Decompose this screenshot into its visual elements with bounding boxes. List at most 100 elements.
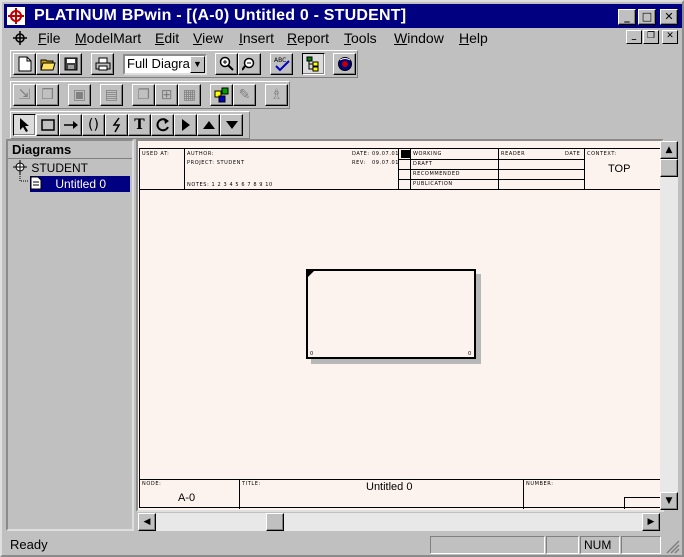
form-status-publication: PUBLICATION [413,181,453,187]
off-page-reference-tool-button[interactable] [151,114,174,136]
mm-merge-icon: ⊞ [160,87,173,103]
vertical-scrollbar[interactable]: ▲ ▼ [660,141,678,510]
menu-help[interactable]: Help [459,30,488,46]
menu-insert[interactable]: Insert [239,30,274,46]
diagram-canvas[interactable]: USED AT: AUTHOR: PROJECT: STUDENT DATE: … [136,139,664,512]
activity-box-cost: 0 [310,351,314,357]
modelmart-toolbar: ⇲ ❒ ▣ ▤ ❐ ⊞ ▦ ✎ ♗ [10,81,290,109]
scroll-left-button[interactable]: ◀ [138,513,156,531]
model-explorer-button[interactable] [302,53,325,75]
arrow-tool-button[interactable] [59,114,82,136]
title-bar[interactable]: PLATINUM BPwin - [(A-0) Untitled 0 - STU… [4,4,682,28]
mm-disconnect-button[interactable]: ❒ [36,84,59,106]
tree-item-label: Untitled 0 [55,177,107,191]
maximize-button[interactable]: □ [638,9,656,25]
scroll-right-button[interactable]: ▶ [642,513,660,531]
horizontal-scrollbar[interactable]: ◀ ▶ [138,513,660,531]
tree-item-untitled-0[interactable]: Untitled 0 [30,176,130,192]
vertical-scroll-thumb[interactable] [660,159,678,177]
mm-lock-button[interactable]: ▣ [68,84,91,106]
save-icon [64,57,77,71]
form-number-label: NUMBER: [526,481,554,487]
split-merge-tool-button[interactable] [105,114,128,136]
form-title-value: Untitled 0 [366,481,413,493]
mm-merge-button[interactable]: ⊞ [155,84,178,106]
diagrams-panel-header: Diagrams [8,141,132,159]
open-button[interactable] [36,53,59,75]
close-button[interactable]: ✕ [660,9,678,25]
new-icon [18,56,31,72]
diagrams-panel: Diagrams STUDENT Untitled 0 [6,139,134,531]
chevron-down-icon[interactable]: ▼ [190,56,205,73]
activity-box-tool-button[interactable] [36,114,59,136]
modelmart-icon [337,57,352,71]
minimize-button[interactable]: _ [618,9,636,25]
form-number-box [624,497,660,509]
form-rev-value: 09.07.01 [372,160,400,166]
go-to-parent-button[interactable] [197,114,220,136]
mm-save-button[interactable]: ❐ [132,84,155,106]
diagram-page-icon [30,176,42,190]
mdi-restore-button[interactable]: ❐ [643,30,659,44]
form-reader: READER [501,151,526,157]
maximize-icon: □ [641,10,653,23]
mm-users-button[interactable]: ♗ [265,84,288,106]
scroll-up-button[interactable]: ▲ [660,141,678,159]
form-context-value: TOP [608,163,631,175]
app-window: PLATINUM BPwin - [(A-0) Untitled 0 - STU… [0,0,684,557]
scroll-left-icon: ◀ [143,517,151,527]
mm-report-button[interactable] [210,84,233,106]
menu-window[interactable]: Window [394,30,444,46]
menu-report[interactable]: Report [287,30,329,46]
mm-tools-button[interactable]: ✎ [233,84,256,106]
zoom-in-button[interactable] [215,53,238,75]
zoom-out-button[interactable] [238,53,261,75]
mm-grid-icon: ▦ [182,87,197,103]
mm-open-button[interactable]: ▤ [100,84,123,106]
mm-connect-button[interactable]: ⇲ [13,84,36,106]
spell-check-button[interactable]: ABC [270,53,293,75]
new-button[interactable] [13,53,36,75]
spell-check-icon: ABC [274,57,290,72]
go-to-sibling-button[interactable] [220,114,243,136]
horizontal-scroll-thumb[interactable] [266,513,284,531]
form-title-label: TITLE: [242,481,261,487]
activity-box[interactable]: 0 0 [306,269,476,359]
print-button[interactable] [91,53,114,75]
menu-bar: File ModelMart Edit View Insert Report T… [4,28,682,48]
activity-box-node-number: 0 [468,351,472,357]
squiggle-tool-button[interactable]: () [82,114,105,136]
bpwin-app-icon[interactable] [7,7,25,25]
form-status-working: WORKING [413,151,442,157]
menu-view[interactable]: View [193,30,223,46]
tree-item-label: STUDENT [31,161,89,175]
zoom-out-icon [241,57,254,71]
scroll-down-button[interactable]: ▼ [660,492,678,510]
form-date-label: DATE: [352,151,370,157]
text-tool-icon: T [134,117,145,133]
form-node-value: A-0 [178,492,196,504]
mdi-close-button[interactable]: ✕ [662,30,678,44]
menu-file[interactable]: File [38,30,61,46]
pointer-tool-button[interactable] [13,114,36,136]
go-to-parent-icon [202,121,215,129]
menu-modelmart[interactable]: ModelMart [75,30,141,46]
document-control-icon[interactable] [12,30,28,46]
menu-tools[interactable]: Tools [344,30,377,46]
form-author: AUTHOR: [187,151,215,157]
go-to-child-button[interactable] [174,114,197,136]
mdi-minimize-button[interactable]: _ [626,30,642,44]
mm-grid-button[interactable]: ▦ [178,84,201,106]
form-date-value: 09.07.01 [372,151,400,157]
form-node-label: NODE: [142,481,162,487]
text-tool-button[interactable]: T [128,114,151,136]
save-button[interactable] [59,53,82,75]
zoom-select[interactable]: Full Diagra ▼ [123,54,207,75]
size-grip-icon[interactable] [666,540,680,554]
wrench-icon: ✎ [238,87,251,103]
modelmart-button[interactable] [333,53,356,75]
mm-save-icon: ❐ [137,87,150,103]
svg-text:ABC: ABC [274,57,286,64]
menu-edit[interactable]: Edit [155,30,179,46]
status-pane-1 [430,536,545,554]
